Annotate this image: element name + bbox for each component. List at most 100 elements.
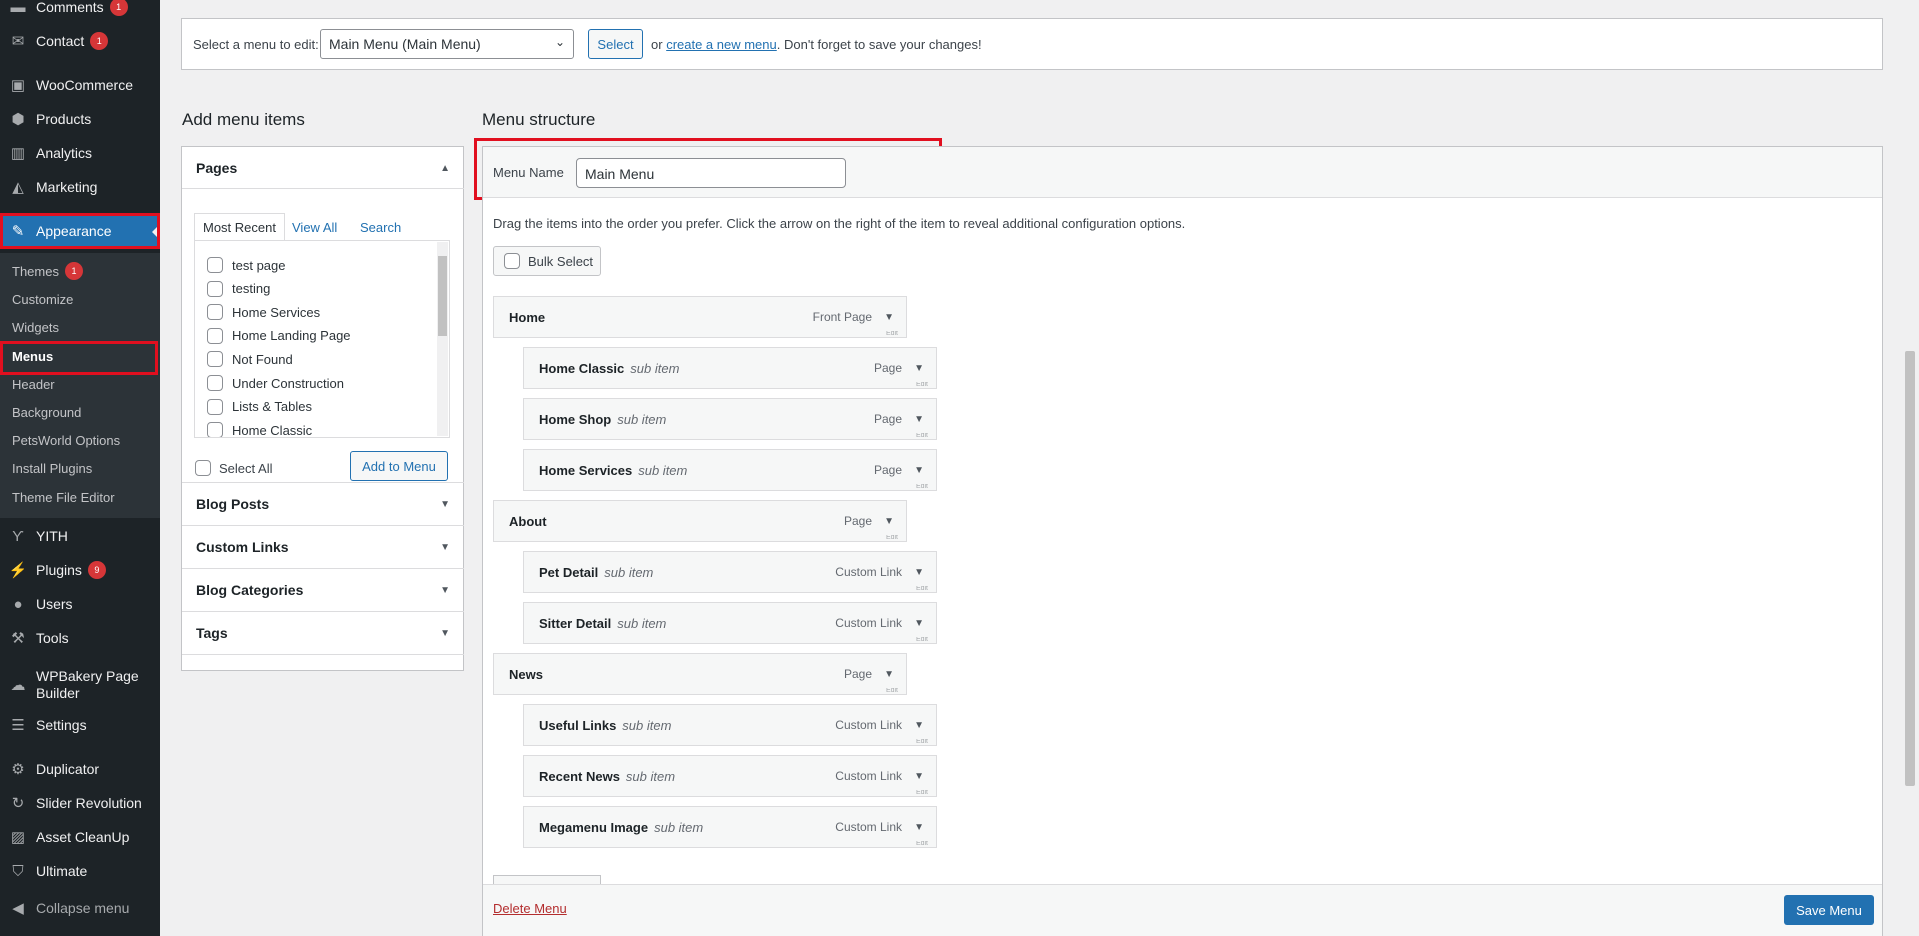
- chevron-down-icon: ⌄: [554, 35, 565, 49]
- pages-accordion[interactable]: Pages ▲: [182, 147, 464, 189]
- chevron-down-icon[interactable]: ▼: [914, 414, 924, 425]
- page-checkbox[interactable]: [207, 375, 223, 391]
- page-checkbox[interactable]: [207, 257, 223, 273]
- submenu-item-theme-file-editor[interactable]: Theme File Editor: [0, 483, 160, 511]
- menu-item[interactable]: About Page ▼ Edit: [493, 500, 907, 542]
- submenu-item-themes[interactable]: Themes 1: [0, 257, 160, 285]
- chevron-down-icon[interactable]: ▼: [914, 363, 924, 374]
- submenu-item-menus[interactable]: Menus: [0, 342, 160, 370]
- menu-item[interactable]: Home Shop sub item Page ▼ Edit: [523, 398, 937, 440]
- accordion-tags[interactable]: Tags ▼: [182, 612, 464, 655]
- chevron-down-icon[interactable]: ▼: [884, 669, 894, 680]
- sidebar-item-contact[interactable]: ✉ Contact 1: [0, 24, 160, 58]
- submenu-item-install-plugins[interactable]: Install Plugins: [0, 454, 160, 482]
- sidebar-item-ultimate[interactable]: ⛉ Ultimate: [0, 854, 160, 888]
- delete-menu-link[interactable]: Delete Menu: [493, 901, 567, 916]
- bulk-select-button[interactable]: Bulk Select: [493, 246, 601, 276]
- page-option[interactable]: Home Landing Page: [207, 325, 351, 347]
- select-all-checkbox[interactable]: [195, 460, 211, 476]
- sidebar-item-yith[interactable]: Ƴ YITH: [0, 519, 160, 553]
- tab-view-all[interactable]: View All: [284, 213, 345, 241]
- save-menu-button[interactable]: Save Menu: [1784, 895, 1874, 925]
- chevron-down-icon[interactable]: ▼: [884, 312, 894, 323]
- scrollbar-thumb[interactable]: [438, 256, 447, 336]
- scrollbar[interactable]: [437, 242, 448, 436]
- menu-item[interactable]: Home Classic sub item Page ▼ Edit: [523, 347, 937, 389]
- page-checkbox[interactable]: [207, 398, 223, 415]
- sliders-icon: ☰: [11, 717, 25, 734]
- menu-name-input[interactable]: Main Menu: [576, 158, 846, 188]
- select-button[interactable]: Select: [588, 29, 643, 59]
- menu-select[interactable]: Main Menu (Main Menu) ⌄: [320, 29, 574, 59]
- page-scrollbar-thumb[interactable]: [1905, 351, 1915, 786]
- chevron-down-icon[interactable]: ▼: [884, 516, 894, 527]
- accordion-blog-posts[interactable]: Blog Posts ▼: [182, 483, 464, 526]
- cloud-icon: ☁: [10, 677, 26, 694]
- shield-icon: ⛉: [12, 862, 24, 880]
- chevron-down-icon[interactable]: ▼: [914, 822, 924, 833]
- page-checkbox[interactable]: [207, 327, 223, 344]
- sidebar-item-comments[interactable]: ▬ Comments 1: [0, 0, 160, 24]
- page-option[interactable]: testing: [207, 278, 270, 300]
- submenu-item-widgets[interactable]: Widgets: [0, 313, 160, 341]
- page-checkbox[interactable]: [207, 304, 223, 321]
- sidebar-item-products[interactable]: ⬢ Products: [0, 102, 160, 136]
- submenu-item-header[interactable]: Header: [0, 370, 160, 398]
- select-all[interactable]: Select All: [195, 460, 272, 476]
- page-checkbox[interactable]: [207, 280, 223, 297]
- menu-item[interactable]: Useful Links sub item Custom Link ▼ Edit: [523, 704, 937, 746]
- sidebar-item-slider-revolution[interactable]: ↻ Slider Revolution: [0, 786, 160, 820]
- page-option[interactable]: Lists & Tables: [207, 396, 312, 418]
- add-to-menu-button[interactable]: Add to Menu: [350, 451, 448, 481]
- chevron-down-icon[interactable]: ▼: [914, 618, 924, 629]
- menu-item[interactable]: Home Services sub item Page ▼ Edit: [523, 449, 937, 491]
- tab-search[interactable]: Search: [352, 213, 409, 241]
- menu-item[interactable]: News Page ▼ Edit: [493, 653, 907, 695]
- accordion-blog-categories[interactable]: Blog Categories ▼: [182, 569, 464, 612]
- chevron-up-icon: ▲: [440, 163, 450, 174]
- page-option[interactable]: Under Construction: [207, 372, 344, 394]
- page-option[interactable]: Home Services: [207, 301, 320, 323]
- chevron-down-icon[interactable]: ▼: [914, 771, 924, 782]
- sidebar-item-plugins[interactable]: ⚡ Plugins 9: [0, 553, 160, 587]
- menu-item[interactable]: Megamenu Image sub item Custom Link ▼ Edit: [523, 806, 937, 848]
- submenu-item-petsworld-options[interactable]: PetsWorld Options: [0, 426, 160, 454]
- page-checkbox[interactable]: [207, 351, 223, 368]
- page-option[interactable]: Not Found: [207, 348, 293, 370]
- submenu-item-customize[interactable]: Customize: [0, 285, 160, 313]
- create-new-menu-link[interactable]: create a new menu: [666, 37, 777, 52]
- menu-item[interactable]: Home Front Page ▼ Edit: [493, 296, 907, 338]
- sidebar-item-appearance[interactable]: ✎ Appearance: [0, 214, 160, 248]
- save-note: or create a new menu. Don't forget to sa…: [651, 37, 982, 52]
- accordion-custom-links[interactable]: Custom Links ▼: [182, 526, 464, 569]
- page-checkbox[interactable]: [207, 422, 223, 437]
- gear-icon: ⚙: [11, 761, 25, 778]
- tab-most-recent[interactable]: Most Recent: [194, 213, 285, 241]
- sidebar-item-analytics[interactable]: ▥ Analytics: [0, 136, 160, 170]
- sidebar-item-tools[interactable]: ⚒ Tools: [0, 621, 160, 655]
- submenu-item-background[interactable]: Background: [0, 398, 160, 426]
- chevron-down-icon: ▼: [440, 628, 450, 639]
- chevron-down-icon[interactable]: ▼: [914, 567, 924, 578]
- collapse-menu-button[interactable]: ◀ Collapse menu: [0, 891, 160, 925]
- sidebar-item-wpbakery-page-builder[interactable]: ☁ WPBakery Page Builder: [0, 663, 160, 707]
- menu-item[interactable]: Pet Detail sub item Custom Link ▼ Edit: [523, 551, 937, 593]
- menu-item[interactable]: Sitter Detail sub item Custom Link ▼ Edit: [523, 602, 937, 644]
- page-option[interactable]: Home Classic: [207, 419, 312, 437]
- bar-chart-icon: ▥: [10, 145, 26, 162]
- sidebar-item-marketing[interactable]: ◭ Marketing: [0, 170, 160, 204]
- image-icon: ▨: [10, 829, 26, 846]
- page-option[interactable]: test page: [207, 254, 286, 276]
- sidebar-item-settings[interactable]: ☰ Settings: [0, 708, 160, 742]
- menu-instructions: Drag the items into the order you prefer…: [493, 216, 1186, 231]
- manage-menus-bar: Select a menu to edit: Main Menu (Main M…: [181, 18, 1883, 70]
- sidebar-item-users[interactable]: ● Users: [0, 587, 160, 621]
- chevron-down-icon[interactable]: ▼: [914, 465, 924, 476]
- sidebar-item-duplicator[interactable]: ⚙ Duplicator: [0, 752, 160, 786]
- chevron-down-icon[interactable]: ▼: [914, 720, 924, 731]
- menu-item[interactable]: Recent News sub item Custom Link ▼ Edit: [523, 755, 937, 797]
- sidebar-item-woocommerce[interactable]: ▣ WooCommerce: [0, 68, 160, 102]
- count-badge: 1: [64, 262, 83, 280]
- sidebar-item-asset-cleanup[interactable]: ▨ Asset CleanUp: [0, 820, 160, 854]
- comment-icon: ▬: [10, 0, 26, 16]
